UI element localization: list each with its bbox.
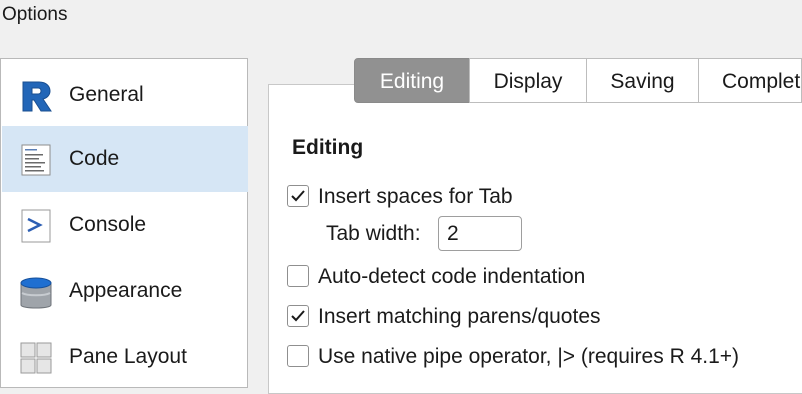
tab-saving[interactable]: Saving <box>586 58 699 103</box>
sidebar-item-pane-layout[interactable]: Pane Layout <box>2 324 248 390</box>
checkbox-box[interactable] <box>287 265 309 287</box>
tab-width-label: Tab width: <box>326 222 421 245</box>
r-logo-icon <box>19 79 53 113</box>
tab-completion[interactable]: Complet <box>698 58 802 103</box>
sidebar-item-general[interactable]: General <box>2 62 248 128</box>
sidebar-item-code[interactable]: Code <box>2 126 248 192</box>
sidebar-item-label: Appearance <box>69 279 183 302</box>
window-title: Options <box>2 4 68 25</box>
sidebar-item-appearance[interactable]: Appearance <box>2 258 248 324</box>
sidebar-item-label: Pane Layout <box>69 345 187 368</box>
tab-editing[interactable]: Editing <box>354 58 470 103</box>
pane-layout-icon <box>19 341 53 375</box>
tab-label: Display <box>493 70 563 93</box>
checkbox-box[interactable] <box>287 345 309 367</box>
window-titlebar: Options <box>0 0 802 34</box>
tab-label: Editing <box>379 70 445 93</box>
tab-label: Saving <box>610 70 675 93</box>
checkbox-box[interactable] <box>287 305 309 327</box>
sidebar-item-label: Console <box>69 213 147 236</box>
sidebar-item-label: Code <box>69 147 120 170</box>
option-label: Auto-detect code indentation <box>318 265 586 288</box>
tab-label: Complet <box>722 70 801 93</box>
section-title: Editing <box>292 136 364 159</box>
tab-width-input[interactable] <box>438 216 522 251</box>
console-prompt-icon <box>19 209 53 243</box>
option-label: Use native pipe operator, |> (requires R… <box>318 345 740 368</box>
option-label: Insert matching parens/quotes <box>318 305 601 328</box>
code-document-icon <box>19 143 53 177</box>
paint-bucket-icon <box>19 275 53 309</box>
sidebar-item-label: General <box>69 83 144 106</box>
tab-display[interactable]: Display <box>469 58 587 103</box>
sidebar-item-console[interactable]: Console <box>2 192 248 258</box>
option-label: Insert spaces for Tab <box>318 185 513 208</box>
checkbox-box[interactable] <box>287 185 309 207</box>
options-sidebar: General Code Console Appearance Pane Lay… <box>0 58 248 388</box>
